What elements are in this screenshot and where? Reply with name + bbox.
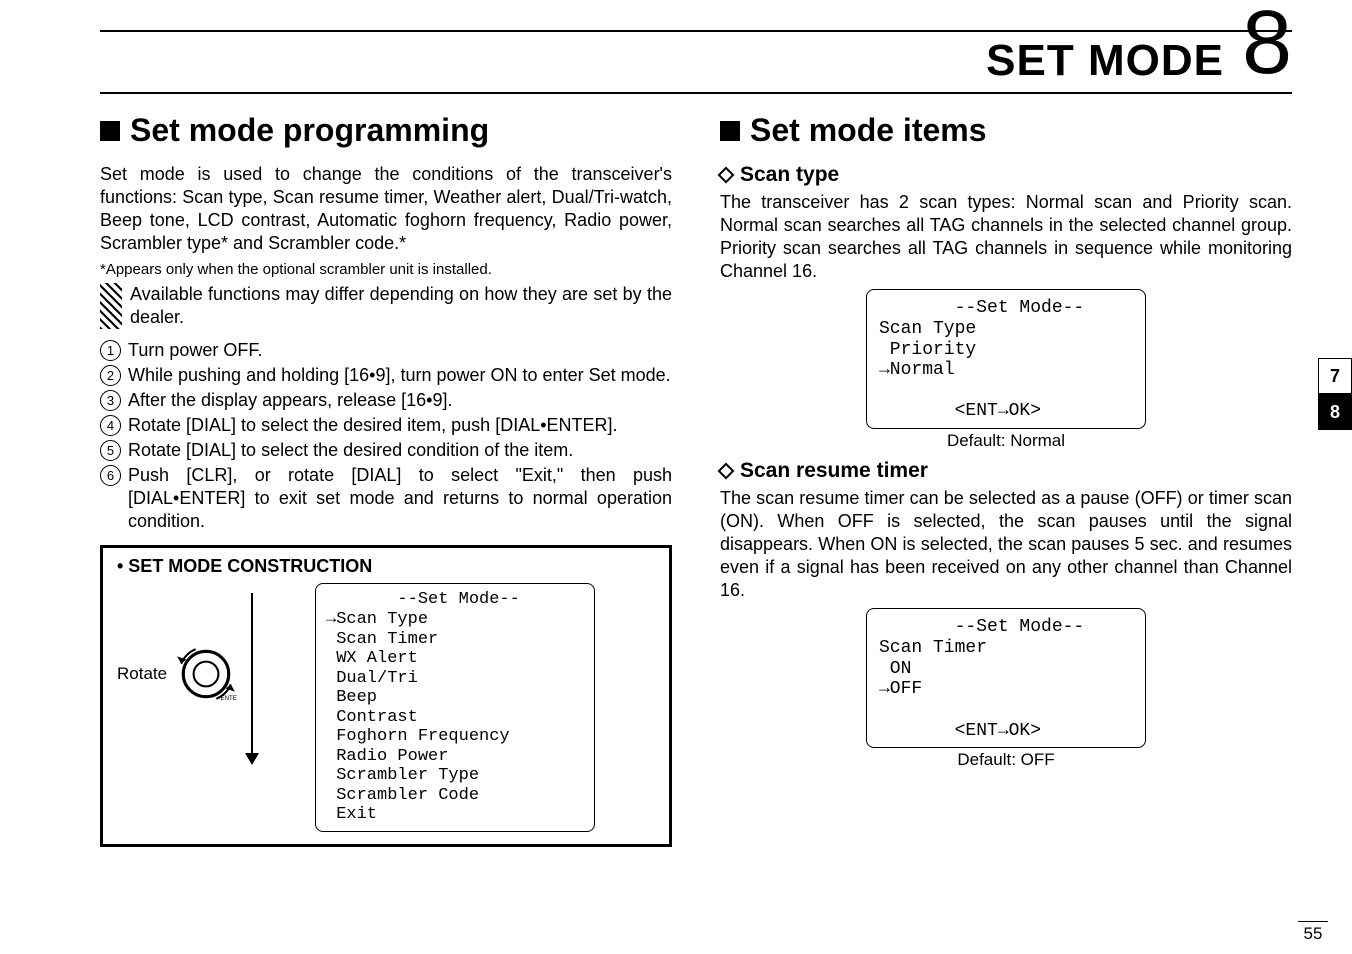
lcd-top: --Set Mode-- Scan Timer ON →OFF bbox=[879, 617, 1133, 700]
dealer-note: Available functions may differ depending… bbox=[100, 283, 672, 329]
lcd-item-6: Foghorn Frequency bbox=[326, 727, 510, 746]
lcd-header: --Set Mode-- bbox=[326, 590, 520, 609]
step-3: After the display appears, release [16•9… bbox=[100, 389, 672, 412]
lcd-item-5: Contrast bbox=[326, 708, 418, 727]
construction-lcd: --Set Mode-- →Scan Type Scan Timer WX Al… bbox=[315, 583, 595, 832]
lcd-item-4: Beep bbox=[326, 688, 377, 707]
tab-8: 8 bbox=[1318, 394, 1352, 430]
step-1: Turn power OFF. bbox=[100, 339, 672, 362]
step-4: Rotate [DIAL] to select the desired item… bbox=[100, 414, 672, 437]
construction-title: • SET MODE CONSTRUCTION bbox=[117, 556, 655, 577]
down-arrow-icon bbox=[245, 593, 259, 765]
scan-type-default: Default: Normal bbox=[720, 431, 1292, 451]
step-2: While pushing and holding [16•9], turn p… bbox=[100, 364, 672, 387]
subheading-text: Scan type bbox=[740, 163, 839, 187]
right-column: Set mode items Scan type The transceiver… bbox=[720, 112, 1292, 847]
lcd-item-1: Scan Timer bbox=[326, 630, 438, 649]
steps-list: Turn power OFF. While pushing and holdin… bbox=[100, 339, 672, 533]
lcd-item-7: Radio Power bbox=[326, 747, 448, 766]
page-number: 55 bbox=[1298, 921, 1328, 944]
scan-resume-text: The scan resume timer can be selected as… bbox=[720, 487, 1292, 602]
lcd-item-0: →Scan Type bbox=[326, 610, 428, 629]
lcd-bottom: <ENT→OK> bbox=[879, 721, 1133, 742]
heading-text: Set mode items bbox=[750, 112, 987, 149]
svg-text:ENTER: ENTER bbox=[221, 695, 238, 702]
scrambler-note: *Appears only when the optional scramble… bbox=[100, 261, 672, 279]
scan-timer-lcd: --Set Mode-- Scan Timer ON →OFF <ENT→OK> bbox=[866, 608, 1146, 748]
subheading-text: Scan resume timer bbox=[740, 459, 928, 483]
lcd-item-3: Dual/Tri bbox=[326, 669, 418, 688]
set-mode-programming-heading: Set mode programming bbox=[100, 112, 672, 149]
dial-diagram: Rotate ENTER bbox=[117, 583, 297, 765]
scan-type-text: The transceiver has 2 scan types: Normal… bbox=[720, 191, 1292, 283]
lcd-item-9: Scrambler Code bbox=[326, 786, 479, 805]
lcd-item-10: Exit bbox=[326, 805, 377, 824]
header-title: SET MODE bbox=[986, 36, 1224, 86]
hatch-icon bbox=[100, 283, 122, 329]
scan-type-heading: Scan type bbox=[720, 163, 1292, 187]
step-6: Push [CLR], or rotate [DIAL] to select "… bbox=[100, 464, 672, 533]
left-column: Set mode programming Set mode is used to… bbox=[100, 112, 672, 847]
lcd-item-2: WX Alert bbox=[326, 649, 418, 668]
page-header: SET MODE 8 bbox=[100, 36, 1292, 94]
step-5: Rotate [DIAL] to select the desired cond… bbox=[100, 439, 672, 462]
tab-7: 7 bbox=[1318, 358, 1352, 394]
lcd-top: --Set Mode-- Scan Type Priority →Normal bbox=[879, 298, 1133, 381]
scan-type-lcd: --Set Mode-- Scan Type Priority →Normal … bbox=[866, 289, 1146, 429]
scan-resume-heading: Scan resume timer bbox=[720, 459, 1292, 483]
intro-paragraph: Set mode is used to change the condition… bbox=[100, 163, 672, 255]
set-mode-items-heading: Set mode items bbox=[720, 112, 1292, 149]
dealer-note-text: Available functions may differ depending… bbox=[130, 283, 672, 329]
lcd-item-8: Scrambler Type bbox=[326, 766, 479, 785]
section-tabs: 7 8 bbox=[1318, 358, 1352, 430]
rotate-label: Rotate bbox=[117, 664, 167, 684]
lcd-bottom: <ENT→OK> bbox=[879, 401, 1133, 422]
scan-timer-default: Default: OFF bbox=[720, 750, 1292, 770]
dial-icon: ENTER bbox=[175, 643, 237, 705]
set-mode-construction: • SET MODE CONSTRUCTION Rotate ENTER bbox=[100, 545, 672, 847]
heading-text: Set mode programming bbox=[130, 112, 489, 149]
chapter-number: 8 bbox=[1242, 12, 1292, 75]
